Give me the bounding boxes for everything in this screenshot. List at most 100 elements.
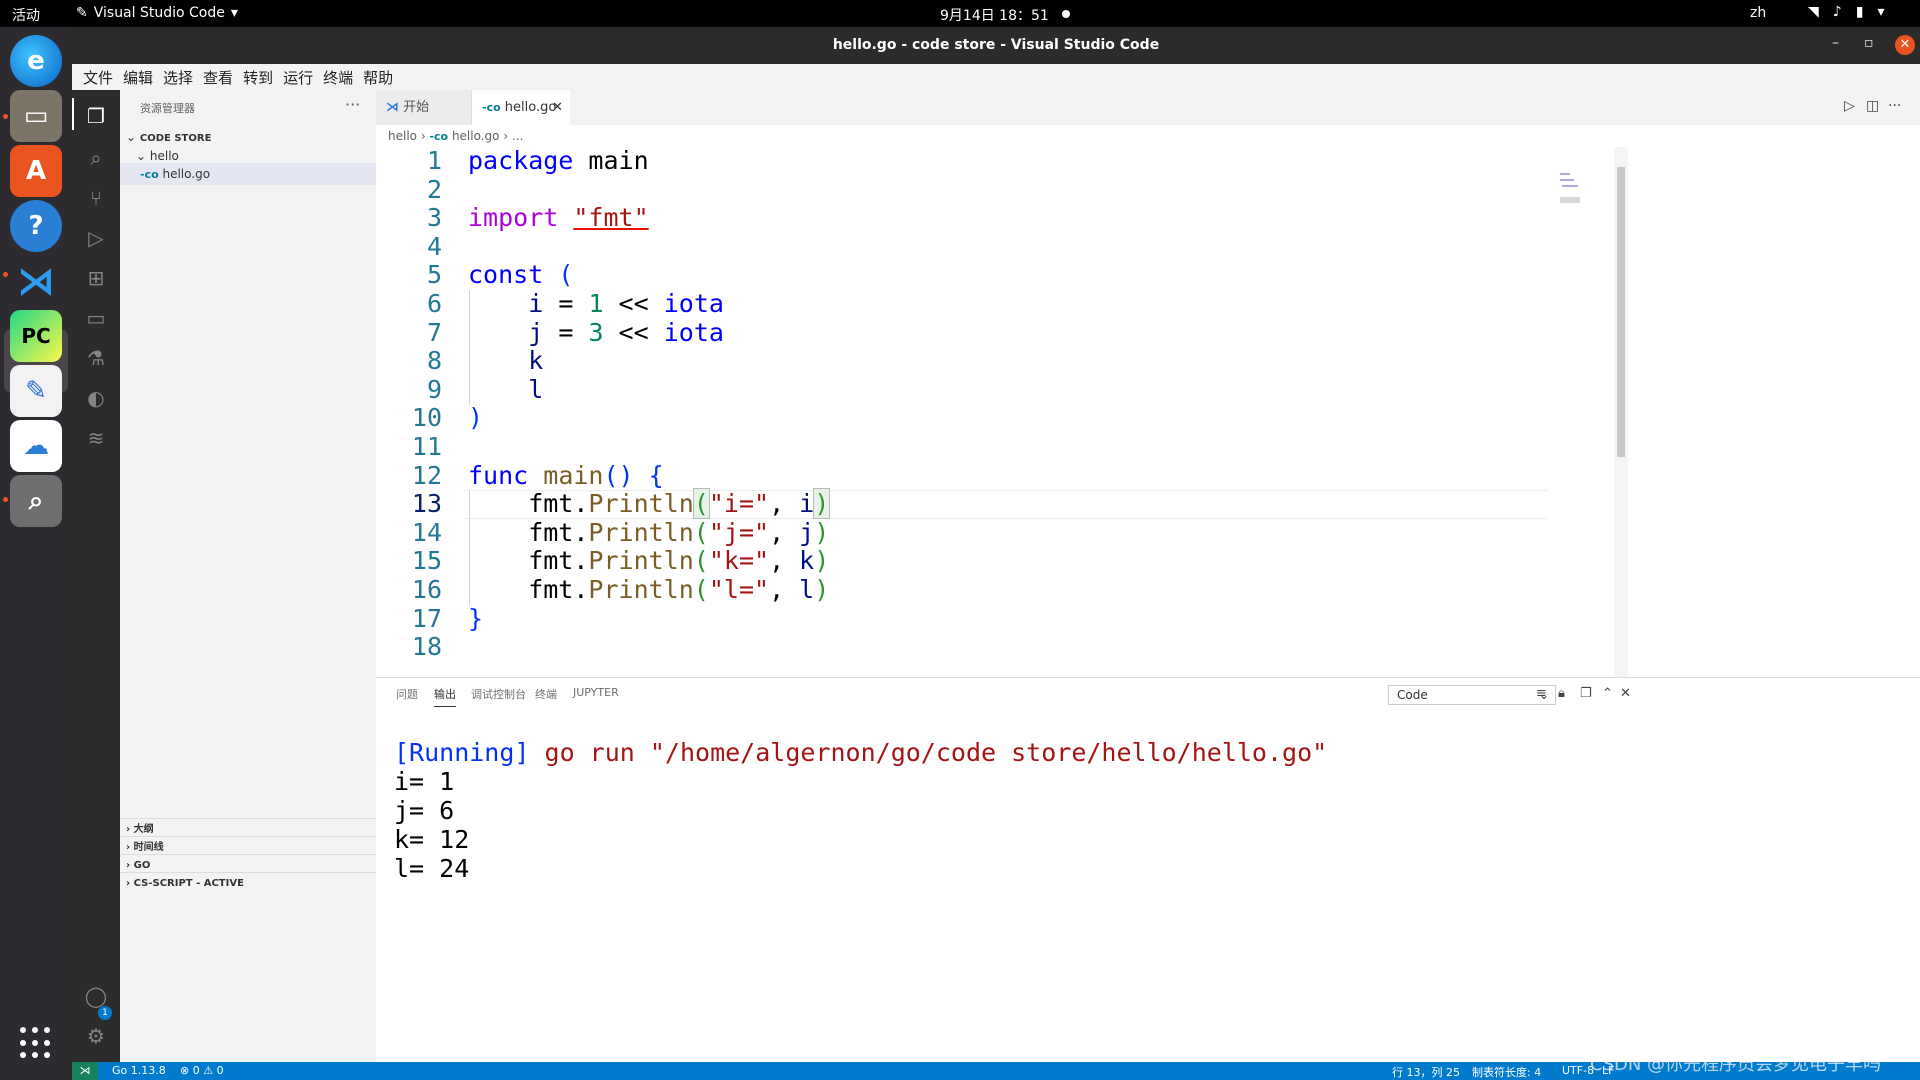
screenshot-magnifier-icon[interactable]: ⌕: [10, 475, 62, 527]
edge-browser-icon[interactable]: e: [10, 35, 62, 87]
line-number: 15: [411, 546, 442, 576]
extensions-icon[interactable]: ⊞: [84, 266, 108, 290]
explorer-sidebar: 资源管理器 ··· ⌄ CODE STORE ⌄ hello -co hello…: [120, 90, 376, 1062]
system-tray[interactable]: ◥ ♪ ▮ ▾: [1808, 4, 1884, 20]
close-panel-icon[interactable]: ✕: [1620, 686, 1631, 701]
scroll-thumb[interactable]: [1617, 167, 1625, 457]
minimize-icon[interactable]: –: [1832, 35, 1839, 51]
line-number: 2: [426, 174, 442, 204]
line-number: 11: [411, 432, 442, 461]
chevron-down-icon: ⌄: [136, 149, 147, 163]
chevron-right-icon: ›: [126, 860, 131, 871]
docker-icon[interactable]: ≋: [84, 426, 108, 450]
panel-tab-debug-console[interactable]: 调试控制台: [471, 686, 526, 702]
panel-tab-output[interactable]: 输出: [434, 686, 456, 707]
input-language[interactable]: zh: [1750, 5, 1766, 21]
code-line: const (: [468, 260, 574, 290]
cursor-position[interactable]: 行 13，列 25: [1392, 1064, 1460, 1080]
chevron-right-icon: ›: [126, 878, 131, 889]
more-actions-icon[interactable]: ···: [1888, 98, 1901, 114]
files-icon[interactable]: ▭: [10, 90, 62, 142]
close-window-icon[interactable]: ✕: [1895, 35, 1915, 55]
breadcrumb: hello › -co hello.go › ...: [376, 125, 1920, 147]
chevron-right-icon: ›: [126, 824, 131, 835]
baidu-netdisk-icon[interactable]: ☁: [10, 420, 62, 472]
activities-button[interactable]: 活动: [12, 5, 40, 25]
software-center-icon[interactable]: A: [10, 145, 62, 197]
watermark: CSDN @你先程序员会梦见电子羊吗: [1590, 1054, 1882, 1075]
tab-start[interactable]: ⋊ 开始: [376, 90, 472, 125]
clock[interactable]: 9月14日 18：51: [940, 5, 1049, 25]
remote-explorer-icon[interactable]: ▭: [84, 306, 108, 330]
code-line: fmt.Println("j=", j): [468, 517, 830, 547]
accounts-badge: 1: [98, 1006, 112, 1020]
help-icon[interactable]: ?: [10, 200, 62, 252]
clear-output-icon[interactable]: ≡: [1536, 686, 1547, 701]
split-editor-icon[interactable]: ◫: [1866, 98, 1879, 114]
battery-icon: ▮: [1855, 4, 1864, 20]
minimap[interactable]: [1552, 147, 1614, 677]
code-line: i = 1 << iota: [528, 289, 724, 318]
lock-icon[interactable]: 🔒︎: [1558, 686, 1565, 701]
tree-file-hello-go[interactable]: -co hello.go: [120, 163, 376, 185]
chevron-down-icon: ▾: [230, 5, 238, 21]
output-line: l= 24: [394, 854, 470, 883]
text-editor-icon[interactable]: ✎: [10, 365, 62, 417]
go-file-icon: -co: [140, 168, 159, 181]
copy-icon[interactable]: ❐: [1580, 686, 1592, 701]
system-top-bar: 活动 ✎ Visual Studio Code ▾ 9月14日 18：51 zh…: [0, 0, 1920, 27]
indentation[interactable]: 制表符长度: 4: [1472, 1064, 1541, 1080]
maximize-icon[interactable]: ▫: [1864, 35, 1874, 51]
maximize-panel-icon[interactable]: ⌃: [1602, 686, 1613, 701]
go-version[interactable]: Go 1.13.8: [112, 1064, 166, 1077]
search-icon[interactable]: ⌕: [84, 146, 108, 170]
vscode-icon[interactable]: ⋊: [10, 255, 62, 307]
remote-icon[interactable]: ⋊: [72, 1062, 98, 1080]
menu-file[interactable]: 文件: [78, 67, 118, 88]
output-line: j= 6: [394, 796, 455, 825]
chevron-right-icon: ›: [503, 129, 512, 143]
menu-terminal[interactable]: 终端: [318, 67, 358, 88]
problems-indicator[interactable]: ⊗ 0 ⚠ 0: [180, 1064, 224, 1077]
testing-icon[interactable]: ⚗: [84, 346, 108, 370]
output-channel-select[interactable]: Code ⌄: [1388, 685, 1556, 705]
menu-edit[interactable]: 编辑: [118, 67, 158, 88]
app-menu[interactable]: ✎ Visual Studio Code ▾: [76, 5, 238, 21]
show-applications-icon[interactable]: [20, 1027, 52, 1059]
output-line: i= 1: [394, 767, 455, 796]
explorer-icon[interactable]: ❐: [84, 104, 108, 128]
line-number: 16: [411, 575, 442, 604]
menu-go[interactable]: 转到: [238, 67, 278, 88]
gear-icon[interactable]: ⚙: [84, 1024, 108, 1048]
breadcrumb-file[interactable]: hello.go: [452, 129, 500, 143]
more-actions-icon[interactable]: ···: [345, 95, 360, 114]
pycharm-icon[interactable]: PC: [10, 310, 62, 362]
dock: e ▭ A ? ⋊ PC ✎ ☁ ⌕: [0, 27, 72, 1080]
breadcrumb-more[interactable]: ...: [512, 129, 523, 143]
code-line: fmt.Println("i=", i): [468, 488, 831, 520]
menu-selection[interactable]: 选择: [158, 67, 198, 88]
python-icon[interactable]: ◐: [84, 386, 108, 410]
panel-tab-terminal[interactable]: 终端: [535, 686, 557, 702]
code-editor[interactable]: 1 2 3 4 5 6 7 8 9 10 11 12 13 14 15 16 1…: [376, 147, 1552, 677]
run-debug-icon[interactable]: ▷: [84, 226, 108, 250]
breadcrumb-folder[interactable]: hello: [388, 129, 417, 143]
code-line: import "fmt": [468, 203, 649, 233]
panel-tab-problems[interactable]: 问题: [396, 686, 418, 702]
chevron-down-icon: ▾: [1877, 4, 1885, 20]
chevron-down-icon: ⌄: [126, 130, 137, 144]
menu-help[interactable]: 帮助: [358, 67, 398, 88]
line-number: 18: [411, 632, 442, 662]
accounts-icon[interactable]: ◯: [84, 984, 108, 1008]
explorer-header: 资源管理器: [140, 102, 195, 115]
menu-run[interactable]: 运行: [278, 67, 318, 88]
line-number: 8: [426, 346, 442, 376]
run-code-icon[interactable]: ▷: [1844, 98, 1855, 114]
panel-tab-jupyter[interactable]: JUPYTER: [573, 686, 619, 699]
source-control-icon[interactable]: ⑂: [84, 186, 108, 210]
close-tab-icon[interactable]: ✕: [552, 90, 563, 125]
menu-view[interactable]: 查看: [198, 67, 238, 88]
code-line: l: [528, 374, 544, 404]
tab-hello-go[interactable]: -co hello.go ✕: [472, 90, 570, 125]
section-cs-script[interactable]: › CS-SCRIPT - ACTIVE: [120, 872, 376, 894]
